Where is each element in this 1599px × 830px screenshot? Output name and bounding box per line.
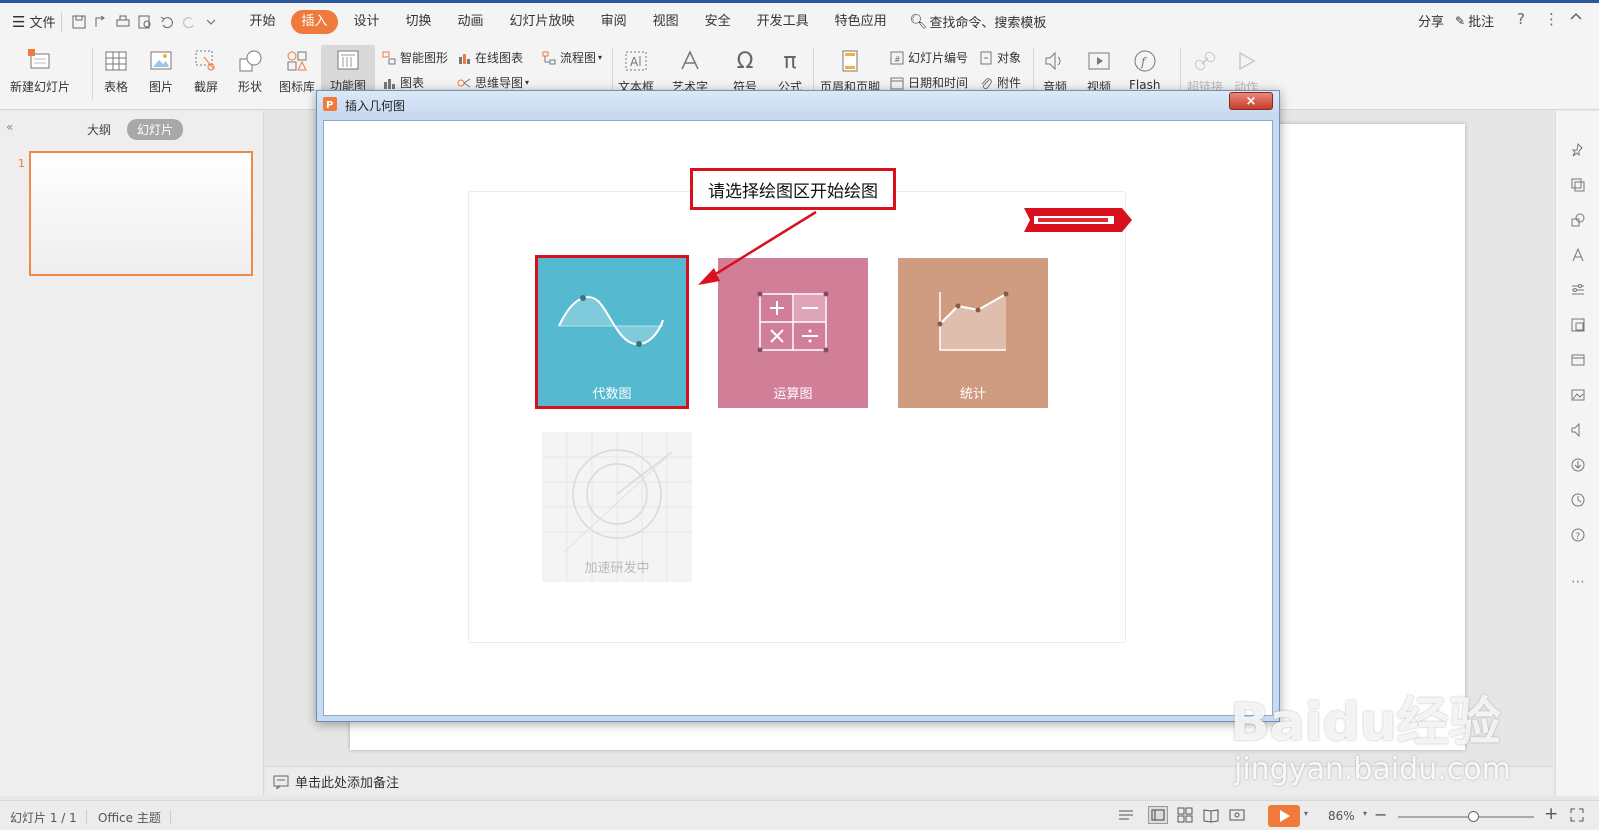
annotation-arrow — [698, 210, 817, 285]
instruction-callout: 请选择绘图区开始绘图 — [690, 168, 896, 210]
